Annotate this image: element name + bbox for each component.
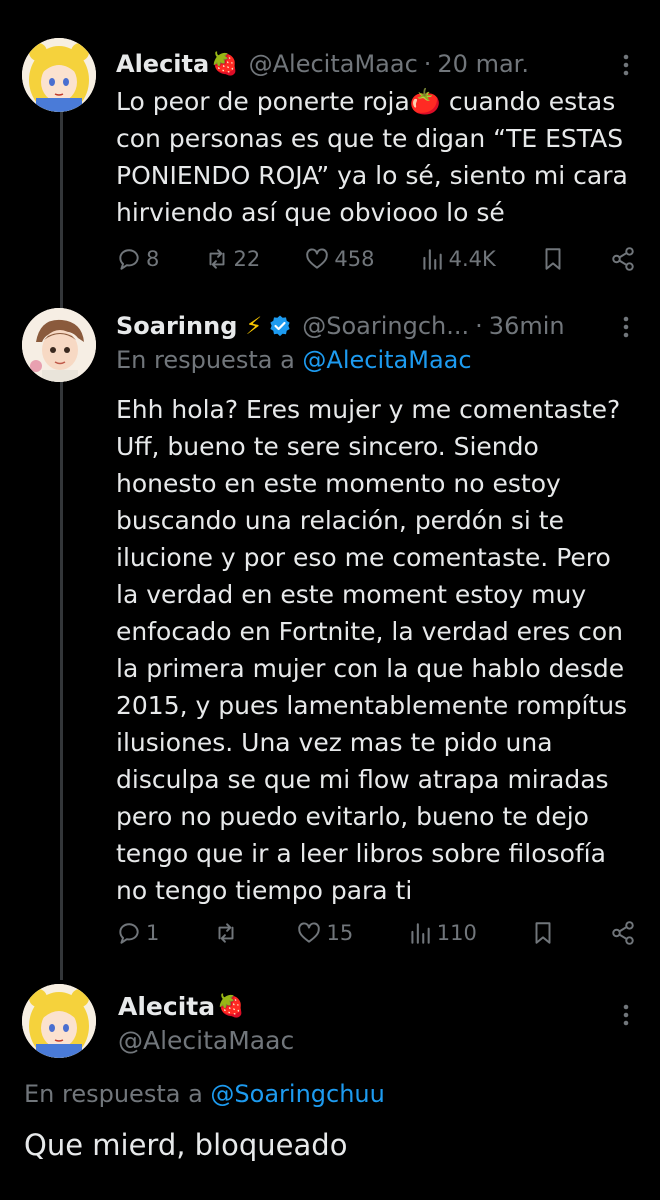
reply-prefix: En respuesta a [24,1080,203,1108]
tweet-timestamp[interactable]: 20 mar. [437,50,529,78]
avatar-alecita-main[interactable] [22,984,96,1058]
reply-button[interactable]: 8 [116,246,159,272]
bookmark-icon [535,922,551,944]
share-button[interactable] [610,246,636,272]
bookmark-button[interactable] [530,920,556,946]
views-count: 110 [436,921,477,945]
tweet-header: Soarinng ⚡ @Soaringch... · 36min [116,308,602,344]
tweet-actions: 8 22 458 4.4K [116,241,636,277]
retweet-icon [209,249,224,269]
strawberry-emoji: 🍓 [217,994,245,1019]
share-icon [612,247,634,271]
tweet-reply[interactable]: Soarinng ⚡ @Soaringch... · 36min En resp… [0,290,660,970]
tweet-text: Lo peor de ponerte roja🍅 cuando estas co… [116,87,628,227]
reply-count: 8 [146,247,160,271]
more-icon[interactable] [616,50,636,80]
tweet-actions: 1 15 110 [116,915,636,951]
tweet-parent[interactable]: Alecita 🍓 @AlecitaMaac · 20 mar. Lo peor… [0,0,660,290]
avatar-alecita[interactable] [22,38,96,112]
tweet-text: Ehh hola? Eres mujer y me comentaste? Uf… [116,395,628,905]
author-name[interactable]: Alecita [118,992,215,1021]
more-icon[interactable] [616,1000,636,1030]
tweet-timestamp[interactable]: 36min [489,312,565,340]
reply-to-link[interactable]: @AlecitaMaac [302,346,471,374]
retweet-icon [218,923,234,943]
reply-count: 1 [146,921,160,945]
share-button[interactable] [610,920,636,946]
reply-button[interactable]: 1 [116,920,159,946]
reply-prefix: En respuesta a [116,346,295,374]
author-name[interactable]: Soarinng [116,312,237,340]
bookmark-button[interactable] [540,246,566,272]
reply-context: En respuesta a @Soaringchuu [24,1080,385,1108]
reply-to-link[interactable]: @Soaringchuu [210,1080,384,1108]
like-count: 458 [334,247,375,271]
like-count: 15 [326,921,354,945]
tweet-header: Alecita 🍓 @AlecitaMaac · 20 mar. [116,46,602,82]
like-button[interactable]: 15 [296,920,353,946]
lightning-emoji: ⚡ [245,312,263,340]
more-icon[interactable] [616,312,636,342]
bookmark-icon [545,248,561,270]
author-handle[interactable]: @Soaringch... [302,312,469,340]
reply-icon [119,923,139,944]
retweet-button[interactable] [213,920,243,946]
main-tweet-text: Que mierd, bloqueado [24,1128,348,1162]
views-button[interactable]: 110 [407,920,477,946]
like-icon [298,922,321,943]
main-author-handle[interactable]: @AlecitaMaac [118,1026,294,1055]
retweet-count: 22 [233,247,261,271]
reply-context: En respuesta a @AlecitaMaac [116,346,472,374]
like-button[interactable]: 458 [304,246,374,272]
reply-icon [119,249,139,270]
author-handle[interactable]: @AlecitaMaac [249,50,418,78]
avatar-soarinng[interactable] [22,308,96,382]
author-name[interactable]: Alecita [116,50,209,78]
views-icon [411,923,430,944]
views-count: 4.4K [448,247,496,271]
views-icon [422,249,442,270]
retweet-button[interactable]: 22 [204,246,261,272]
separator-dot: · [475,312,483,340]
strawberry-emoji: 🍓 [211,51,239,77]
main-author-name[interactable]: Alecita 🍓 [118,992,245,1021]
like-icon [306,248,329,269]
share-icon [612,921,634,945]
views-button[interactable]: 4.4K [419,246,496,272]
verified-icon [270,315,290,337]
separator-dot: · [423,50,432,78]
